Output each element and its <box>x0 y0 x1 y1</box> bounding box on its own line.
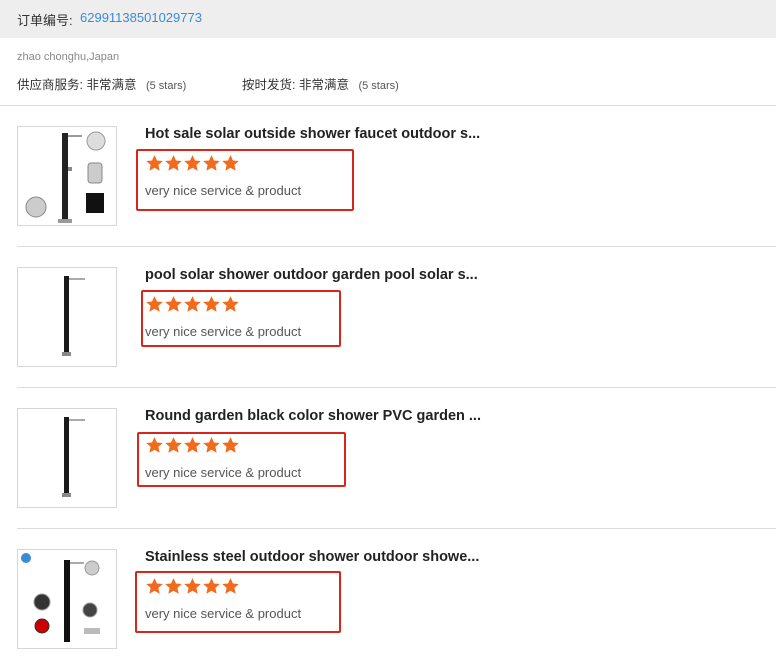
star-icon <box>203 296 220 312</box>
shower-column-image <box>62 276 85 356</box>
star-rating <box>145 154 240 174</box>
order-header: 订单编号: 62991138501029773 <box>0 0 776 38</box>
product-thumbnail[interactable] <box>17 408 117 508</box>
star-icon <box>184 437 201 453</box>
product-title[interactable]: Hot sale solar outside shower faucet out… <box>145 126 490 142</box>
product-thumbnail[interactable] <box>17 267 117 367</box>
star-icon <box>146 155 163 171</box>
review-comment: very nice service & product <box>145 183 302 198</box>
star-icon <box>146 437 163 453</box>
review-comment: very nice service & product <box>145 606 302 621</box>
buyer-name: zhao chonghu,Japan <box>17 51 120 63</box>
supplier-service-rating: 供应商服务: 非常满意 (5 stars) <box>17 74 186 93</box>
product-title[interactable]: Round garden black color shower PVC gard… <box>145 408 490 424</box>
star-rating <box>145 295 240 315</box>
star-icon <box>203 155 220 171</box>
review-item: pool solar shower outdoor garden pool so… <box>0 247 776 388</box>
star-icon <box>203 437 220 453</box>
star-icon <box>222 578 239 594</box>
star-icon <box>165 155 182 171</box>
star-rating <box>145 436 240 456</box>
review-item: Round garden black color shower PVC gard… <box>0 388 776 529</box>
shower-with-accessories-image <box>25 131 106 223</box>
shower-column-image <box>62 417 85 497</box>
star-icon <box>222 155 239 171</box>
review-comment: very nice service & product <box>145 465 302 480</box>
shower-with-accessories-image <box>21 553 100 642</box>
star-icon <box>222 296 239 312</box>
star-icon <box>165 578 182 594</box>
star-icon <box>184 296 201 312</box>
star-icon <box>146 578 163 594</box>
review-item: Hot sale solar outside shower faucet out… <box>0 106 776 247</box>
rating-stars-text: (5 stars) <box>145 80 187 92</box>
product-title[interactable]: pool solar shower outdoor garden pool so… <box>145 267 490 283</box>
review-comment: very nice service & product <box>145 324 302 339</box>
star-icon <box>184 578 201 594</box>
star-rating <box>145 577 240 597</box>
star-icon <box>203 578 220 594</box>
rating-stars-text: (5 stars) <box>358 80 399 92</box>
order-number-link[interactable]: 62991138501029773 <box>80 10 202 25</box>
order-number-label: 订单编号: <box>17 13 73 28</box>
rating-label: 按时发货: <box>242 78 296 92</box>
rating-value: 非常满意 <box>298 78 349 92</box>
star-icon <box>165 437 182 453</box>
star-icon <box>222 437 239 453</box>
star-icon <box>184 155 201 171</box>
rating-value: 非常满意 <box>86 78 137 92</box>
product-thumbnail[interactable] <box>17 126 117 226</box>
product-thumbnail[interactable] <box>17 549 117 649</box>
product-title[interactable]: Stainless steel outdoor shower outdoor s… <box>145 549 490 565</box>
review-item: Stainless steel outdoor shower outdoor s… <box>0 529 776 669</box>
rating-label: 供应商服务: <box>17 78 83 92</box>
star-icon <box>146 296 163 312</box>
star-icon <box>165 296 182 312</box>
on-time-delivery-rating: 按时发货: 非常满意 (5 stars) <box>242 74 399 93</box>
